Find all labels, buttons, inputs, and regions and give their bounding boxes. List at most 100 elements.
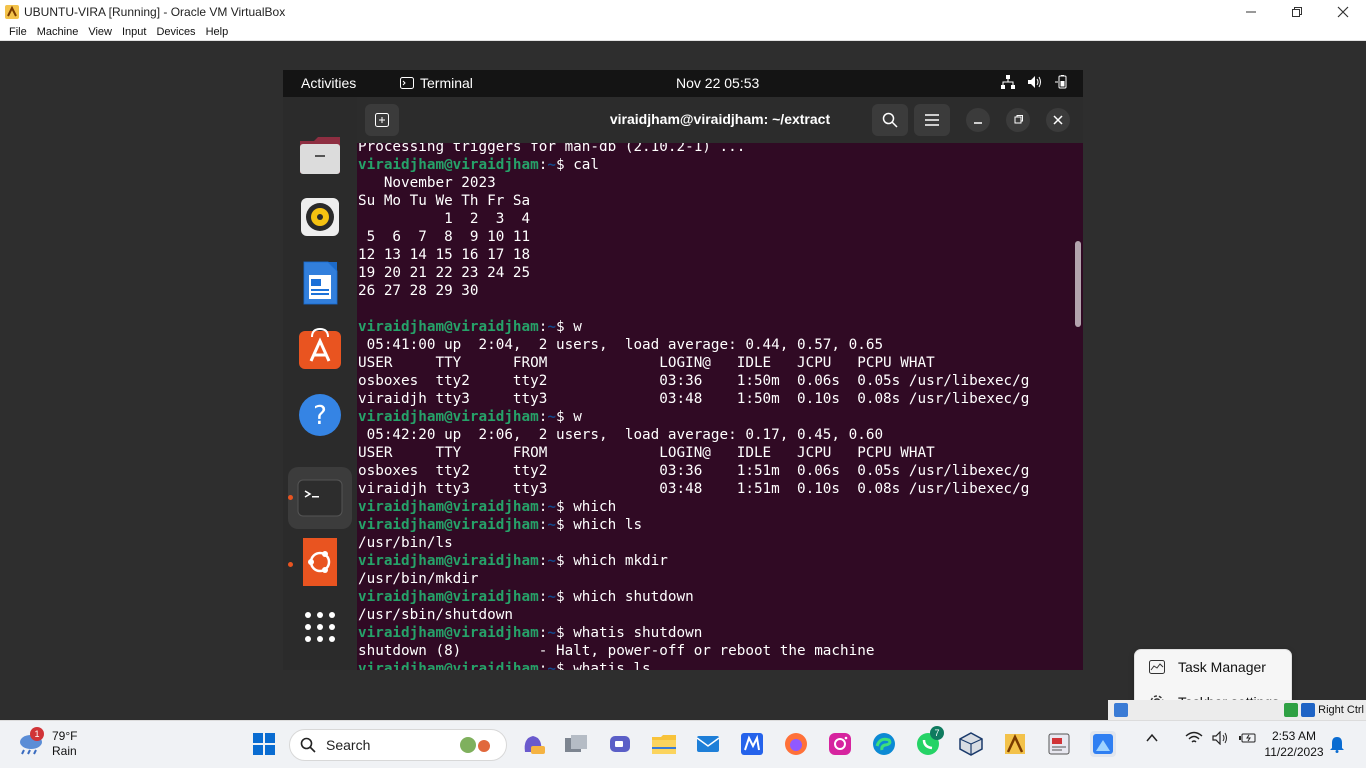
dock-help[interactable]: ?: [297, 392, 343, 438]
prompt-user: viraidjham@viraidjham: [358, 625, 539, 641]
edge-icon: [873, 733, 895, 755]
prompt-path: ~: [547, 409, 556, 425]
ubuntu-dock: ?: [283, 97, 357, 670]
terminal-window[interactable]: viraidjham@viraidjham: ~/extract Process…: [357, 97, 1083, 670]
taskbar-paint-app[interactable]: [1090, 731, 1116, 757]
terminal-maximize-button[interactable]: [1006, 108, 1030, 132]
prompt-user: viraidjham@viraidjham: [358, 553, 539, 569]
vbox-statusbar: Right Ctrl: [1108, 700, 1366, 720]
activities-button[interactable]: Activities: [301, 75, 356, 91]
ubuntu-icon: [303, 538, 337, 586]
terminal-command-line: viraidjham@viraidjham:~$ which shutdown: [358, 588, 1029, 606]
whatsapp-badge: 7: [930, 726, 944, 740]
menu-file[interactable]: File: [9, 26, 27, 38]
keyboard-capture-icon[interactable]: [1301, 703, 1316, 717]
taskbar-virtualbox[interactable]: [958, 731, 984, 757]
help-icon: ?: [299, 394, 341, 436]
taskbar-teams[interactable]: [607, 731, 633, 757]
terminal-output-line: osboxes tty2 tty2 03:36 1:51m 0.06s 0.05…: [358, 463, 1030, 479]
terminal-menu-button[interactable]: [914, 104, 950, 136]
menu-machine[interactable]: Machine: [37, 26, 79, 38]
app-grid-icon: [305, 612, 335, 642]
window-title: UBUNTU-VIRA [Running] - Oracle VM Virtua…: [24, 4, 286, 19]
taskbar-document-app[interactable]: [1046, 731, 1072, 757]
terminal-close-button[interactable]: [1046, 108, 1070, 132]
copilot-icon: [524, 736, 545, 754]
close-button[interactable]: [1320, 0, 1366, 23]
terminal-icon: [297, 479, 343, 517]
taskbar-mail[interactable]: [695, 731, 721, 757]
taskbar-instagram[interactable]: [827, 731, 853, 757]
prompt-path: ~: [547, 661, 556, 670]
menu-view[interactable]: View: [88, 26, 112, 38]
terminal-output-line: 05:41:00 up 2:04, 2 users, load average:…: [358, 337, 884, 353]
gnome-topbar: Activities Terminal Nov 22 05:53: [283, 70, 1083, 97]
taskbar-time: 2:53 AM: [1271, 729, 1317, 743]
ubuntu-running-indicator: [288, 562, 293, 567]
menu-input[interactable]: Input: [122, 26, 146, 38]
mouse-integration-icon[interactable]: [1284, 703, 1299, 717]
minimize-button[interactable]: [1228, 0, 1274, 23]
dock-app-center[interactable]: [297, 326, 343, 372]
dock-ubuntu[interactable]: [297, 538, 343, 586]
task-manager-icon: [1149, 659, 1165, 675]
terminal-output-line: /usr/bin/ls: [358, 535, 453, 551]
taskbar-file-explorer[interactable]: [651, 731, 677, 757]
weather-widget[interactable]: 79°F Rain 1: [18, 727, 77, 759]
paint-app-icon: [1093, 734, 1113, 754]
weather-badge: 1: [30, 727, 44, 741]
command-text: $ w: [555, 319, 582, 335]
optical-drive-icon[interactable]: [1114, 703, 1129, 717]
terminal-search-button[interactable]: [872, 104, 908, 136]
start-button[interactable]: [251, 731, 277, 757]
terminal-scrollbar[interactable]: [1075, 241, 1081, 327]
task-manager-item[interactable]: Task Manager: [1135, 650, 1293, 684]
gnome-clock[interactable]: Nov 22 05:53: [676, 75, 759, 91]
wifi-icon: [1185, 731, 1203, 743]
taskbar-copilot[interactable]: [520, 731, 546, 757]
dock-writer[interactable]: [297, 260, 343, 306]
dock-show-apps[interactable]: [297, 604, 343, 650]
dock-rhythmbox[interactable]: [297, 194, 343, 240]
host-titlebar: UBUNTU-VIRA [Running] - Oracle VM Virtua…: [0, 0, 1366, 23]
command-text: $ w: [555, 409, 582, 425]
system-tray[interactable]: [1145, 731, 1257, 745]
prompt-user: viraidjham@viraidjham: [358, 661, 539, 670]
battery-icon: [1055, 75, 1067, 89]
close-icon: [1337, 6, 1349, 17]
speaker-icon: [1212, 731, 1227, 745]
network-icon: [1001, 75, 1015, 89]
taskbar-clock[interactable]: 2:53 AM 11/22/2023: [1258, 728, 1330, 760]
prompt-user: viraidjham@viraidjham: [358, 589, 539, 605]
host-key-label: Right Ctrl: [1318, 704, 1364, 716]
taskbar-edge[interactable]: [871, 731, 897, 757]
terminal-command-line: viraidjham@viraidjham:~$ cal: [358, 156, 1029, 174]
m-app-icon: [741, 733, 763, 755]
maximize-icon: [1014, 115, 1023, 124]
terminal-output[interactable]: Processing triggers for man-db (2.10.2-1…: [357, 143, 1073, 670]
guest-screen[interactable]: Activities Terminal Nov 22 05:53 ? virai…: [283, 70, 1083, 670]
taskbar-app-m[interactable]: [739, 731, 765, 757]
teams-meet-icon: [610, 736, 630, 752]
gnome-system-tray[interactable]: [1001, 75, 1069, 89]
hamburger-menu-icon: [925, 114, 939, 126]
dock-files[interactable]: [297, 132, 343, 178]
app-menu[interactable]: Terminal: [400, 75, 473, 91]
terminal-minimize-button[interactable]: [966, 108, 990, 132]
weather-condition: Rain: [52, 744, 77, 758]
terminal-output-line: osboxes tty2 tty2 03:36 1:50m 0.06s 0.05…: [358, 373, 1030, 389]
terminal-output-line: Su Mo Tu We Th Fr Sa: [358, 193, 531, 209]
taskbar-vbox-vm[interactable]: [1002, 731, 1028, 757]
dock-terminal[interactable]: [288, 467, 352, 529]
menu-devices[interactable]: Devices: [156, 26, 195, 38]
restore-button[interactable]: [1274, 0, 1320, 23]
files-icon: [300, 137, 340, 174]
notifications-button[interactable]: [1327, 731, 1347, 757]
menu-help[interactable]: Help: [206, 26, 229, 38]
mail-icon: [696, 736, 720, 752]
taskbar-whatsapp[interactable]: 7: [915, 726, 944, 757]
command-text: $ which shutdown: [555, 589, 694, 605]
taskbar-firefox[interactable]: [783, 731, 809, 757]
taskbar-task-view[interactable]: [563, 731, 589, 757]
taskbar-search[interactable]: Search: [289, 729, 507, 761]
